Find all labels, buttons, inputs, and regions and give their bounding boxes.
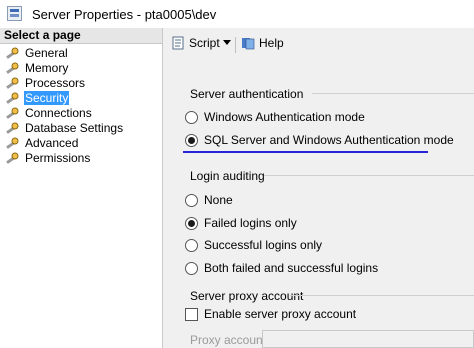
window-title: Server Properties - pta0005\dev [32, 7, 217, 22]
page-item-label: Database Settings [25, 121, 124, 135]
page-item-label: Permissions [25, 151, 91, 165]
enable-proxy-label: Enable server proxy account [204, 307, 357, 321]
wrench-icon [6, 62, 19, 74]
enable-proxy-checkbox[interactable]: Enable server proxy account [185, 306, 356, 322]
page-item-general[interactable]: General [0, 46, 162, 61]
page-list: General Memory Processors Security Conne… [0, 44, 162, 166]
wrench-icon [6, 77, 19, 89]
wrench-icon [6, 107, 19, 119]
script-label: Script [189, 36, 220, 50]
group-divider [290, 295, 474, 296]
audit-both-label: Both failed and successful logins [204, 261, 379, 275]
proxy-account-label: Proxy account: [190, 333, 270, 347]
radio-button[interactable] [185, 110, 198, 124]
page-item-label: Advanced [25, 136, 79, 150]
help-button[interactable]: Help [241, 36, 284, 50]
help-icon [242, 38, 255, 50]
select-page-pane: Select a page General Memory Processors … [0, 28, 163, 348]
audit-none-label: None [204, 193, 233, 207]
page-item-label: Security [24, 91, 70, 105]
title-bar: Server Properties - pta0005\dev [0, 0, 474, 28]
page-item-label: General [25, 46, 68, 60]
page-item-label: Memory [25, 61, 69, 75]
page-item-database-settings[interactable]: Database Settings [0, 121, 162, 136]
group-divider [312, 93, 474, 94]
page-item-advanced[interactable]: Advanced [0, 136, 162, 151]
server-properties-icon [7, 6, 22, 21]
page-item-permissions[interactable]: Permissions [0, 151, 162, 166]
script-dropdown-arrow-icon[interactable] [223, 40, 231, 45]
page-item-label: Connections [25, 106, 92, 120]
audit-failed-label: Failed logins only [204, 216, 297, 230]
sql-windows-auth-radio[interactable]: SQL Server and Windows Authentication mo… [185, 132, 454, 148]
toolbar: Script Help [163, 28, 474, 60]
checkbox[interactable] [185, 307, 198, 321]
script-button[interactable]: Script [171, 36, 220, 50]
page-item-label: Processors [25, 76, 86, 90]
wrench-icon [6, 152, 19, 164]
page-item-memory[interactable]: Memory [0, 61, 162, 76]
page-item-connections[interactable]: Connections [0, 106, 162, 121]
wrench-icon [6, 122, 19, 134]
server-authentication-title: Server authentication [190, 87, 304, 101]
radio-button[interactable] [185, 261, 198, 275]
radio-button[interactable] [185, 238, 198, 252]
sql-windows-auth-label: SQL Server and Windows Authentication mo… [204, 133, 454, 147]
page-item-security[interactable]: Security [0, 91, 162, 106]
script-icon [172, 36, 184, 50]
audit-none-radio[interactable]: None [185, 192, 233, 208]
server-proxy-account-title: Server proxy account [190, 289, 304, 303]
audit-failed-radio[interactable]: Failed logins only [185, 215, 297, 231]
radio-button[interactable] [185, 133, 198, 147]
windows-auth-label: Windows Authentication mode [204, 110, 365, 124]
wrench-icon [6, 47, 19, 59]
page-item-processors[interactable]: Processors [0, 76, 162, 91]
proxy-account-input [262, 330, 474, 348]
wrench-icon [6, 137, 19, 149]
select-page-header: Select a page [0, 28, 162, 44]
audit-both-radio[interactable]: Both failed and successful logins [185, 260, 378, 276]
security-settings-panel: Server authentication Windows Authentica… [163, 60, 474, 348]
windows-auth-radio[interactable]: Windows Authentication mode [185, 109, 365, 125]
group-divider [264, 175, 474, 176]
audit-successful-radio[interactable]: Successful logins only [185, 237, 322, 253]
annotation-underline [183, 151, 428, 153]
radio-button[interactable] [185, 193, 198, 207]
help-label: Help [259, 36, 284, 50]
login-auditing-title: Login auditing [190, 169, 265, 183]
wrench-icon [6, 92, 19, 104]
radio-button[interactable] [185, 216, 198, 230]
audit-successful-label: Successful logins only [204, 238, 323, 252]
toolbar-separator [235, 37, 236, 53]
